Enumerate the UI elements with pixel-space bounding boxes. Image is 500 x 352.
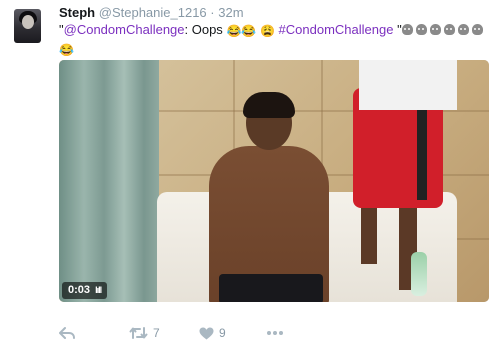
video-player[interactable] [59, 60, 489, 302]
person-shorts [219, 274, 323, 302]
like-count: 9 [219, 326, 226, 340]
weary-emoji: 😩 [259, 24, 275, 38]
white-shirt [359, 60, 457, 110]
person-hair [243, 92, 295, 118]
video-duration: 0:03 [68, 284, 91, 296]
tweet-text: " @CondomChallenge: Oops 😂😂 😩 #CondomChal… [59, 21, 489, 59]
like-button[interactable]: 9 [199, 323, 226, 343]
skull-emoji [415, 24, 427, 35]
retweet-icon [129, 327, 148, 339]
skull-emoji [443, 24, 455, 35]
timestamp[interactable]: 32m [218, 5, 243, 20]
standing-leg-left [361, 200, 377, 264]
trailing-laugh-emoji: 😂 [59, 43, 74, 57]
skull-emoji [429, 24, 441, 35]
skull-emoji [471, 24, 483, 35]
shampoo-bottle [411, 252, 427, 296]
avatar[interactable] [14, 9, 41, 43]
author-name[interactable]: Steph [59, 5, 95, 20]
laugh-emoji: 😂😂 [226, 24, 257, 38]
reply-icon [59, 327, 75, 339]
seated-person [199, 92, 339, 302]
shorts-stripe [417, 100, 427, 200]
retweet-button[interactable]: 7 [129, 323, 160, 343]
shower-curtain [59, 60, 159, 302]
skull-emoji-group [401, 22, 486, 37]
more-button[interactable] [266, 323, 284, 343]
quote-close: " [393, 22, 402, 37]
author-handle[interactable]: @Stephanie_1216 [99, 5, 207, 20]
tweet-body: : Oops [184, 22, 227, 37]
signal-bars-icon: lıll [95, 285, 102, 295]
avatar-face [22, 15, 34, 29]
skull-emoji [401, 24, 413, 35]
standing-person [339, 60, 459, 302]
more-icon [267, 331, 283, 335]
mention-link[interactable]: @CondomChallenge [64, 22, 185, 37]
separator: · [210, 5, 215, 20]
tweet-header: Steph @Stephanie_1216 · 32m [59, 4, 244, 22]
heart-icon [199, 327, 214, 339]
retweet-count: 7 [153, 326, 160, 340]
hashtag-link[interactable]: #CondomChallenge [279, 22, 394, 37]
skull-emoji [457, 24, 469, 35]
video-duration-badge: 0:03 lıll [62, 282, 108, 299]
reply-button[interactable] [59, 323, 75, 343]
